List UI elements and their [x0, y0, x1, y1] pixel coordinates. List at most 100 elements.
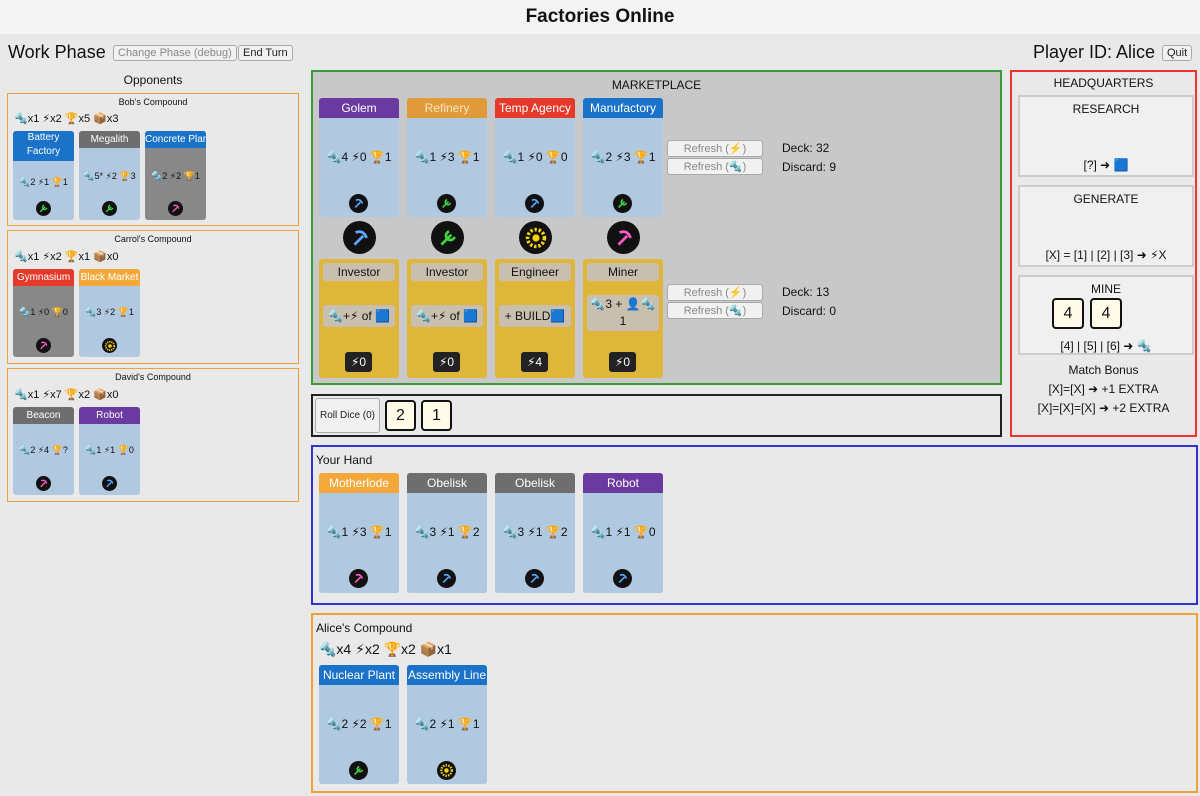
hand-card[interactable]: Obelisk 🔩3 ⚡1 🏆2 — [407, 473, 487, 593]
pickaxe-icon — [525, 569, 544, 588]
card-name: Investor — [323, 263, 395, 281]
card-name: Golem — [319, 98, 399, 118]
pickaxe-icon — [102, 476, 117, 491]
compound-title: David's Compound — [115, 372, 191, 382]
compound-card[interactable]: Assembly Line 🔩2 ⚡1 🏆1 — [407, 665, 487, 784]
card-name: Engineer — [499, 263, 571, 281]
card-stats: 🔩2 ⚡4 🏆? — [19, 445, 68, 455]
refresh-workers-parts-button[interactable]: Refresh (🔩) — [667, 302, 763, 319]
factory-card[interactable]: Megalith 🔩5* ⚡2 🏆3 — [79, 131, 140, 220]
worker-cost: ⚡0 — [609, 352, 636, 372]
card-stats: 🔩2 ⚡2 🏆1 — [326, 717, 392, 731]
hand-card[interactable]: Motherlode 🔩1 ⚡3 🏆1 — [319, 473, 399, 593]
mine-slot[interactable]: MINE 4 4 [4] | [5] | [6] ➜ 🔩 — [1018, 275, 1194, 355]
card-name: Obelisk — [407, 473, 487, 493]
worker-ability: 🔩+⚡ of 🟦 — [411, 305, 483, 327]
wrench-icon — [349, 761, 368, 780]
hand-card[interactable]: Obelisk 🔩3 ⚡1 🏆2 — [495, 473, 575, 593]
card-name: Temp Agency — [495, 98, 575, 118]
marketplace: MARKETPLACE Golem 🔩4 ⚡0 🏆1 Refinery 🔩1 ⚡… — [311, 70, 1002, 385]
match-bonus-title: Match Bonus — [1068, 363, 1139, 377]
compound-resources: 🔩x1 ⚡x2 🏆x1 📦x0 — [14, 251, 119, 263]
card-stats: 🔩3 ⚡2 🏆1 — [85, 307, 134, 317]
research-label: RESEARCH — [1072, 102, 1140, 116]
gear-icon — [437, 761, 456, 780]
card-name: Obelisk — [495, 473, 575, 493]
factory-card[interactable]: Gymnasium 🔩1 ⚡0 🏆0 — [13, 269, 74, 357]
market-factory-card[interactable]: Golem 🔩4 ⚡0 🏆1 — [319, 98, 399, 217]
factory-card[interactable]: Robot 🔩1 ⚡1 🏆0 — [79, 407, 140, 495]
factory-card[interactable]: Concrete Plant 🔩2 ⚡2 🏆1 — [145, 131, 206, 220]
compound-title: Bob's Compound — [118, 97, 188, 107]
card-name: Nuclear Plant — [319, 665, 399, 685]
marketplace-title: MARKETPLACE — [611, 78, 702, 92]
research-slot[interactable]: RESEARCH [?] ➜ 🟦 — [1018, 95, 1194, 177]
hand-title: Your Hand — [316, 453, 373, 467]
market-factory-card[interactable]: Temp Agency 🔩1 ⚡0 🏆0 — [495, 98, 575, 217]
compound-resources: 🔩x1 ⚡x7 🏆x2 📦x0 — [14, 389, 119, 401]
worker-ability: 🔩+⚡ of 🟦 — [323, 305, 395, 327]
market-worker-card[interactable]: Investor 🔩+⚡ of 🟦 ⚡0 — [407, 259, 487, 378]
pickaxe-icon — [36, 338, 51, 353]
compound-card[interactable]: Nuclear Plant 🔩2 ⚡2 🏆1 — [319, 665, 399, 784]
generate-slot[interactable]: GENERATE [X] = [1] | [2] | [3] ➜ ⚡X — [1018, 185, 1194, 267]
refresh-factories-energy-button[interactable]: Refresh (⚡) — [667, 140, 763, 157]
card-stats: 🔩3 ⚡1 🏆2 — [502, 525, 568, 539]
card-name: Refinery — [407, 98, 487, 118]
end-turn-button[interactable]: End Turn — [238, 45, 293, 61]
card-stats: 🔩2 ⚡2 🏆1 — [151, 171, 200, 181]
research-rule: [?] ➜ 🟦 — [1083, 158, 1129, 172]
change-phase-button[interactable]: Change Phase (debug) — [113, 45, 237, 61]
hand-card[interactable]: Robot 🔩1 ⚡1 🏆0 — [583, 473, 663, 593]
die[interactable]: 1 — [421, 400, 452, 431]
placed-die[interactable]: 4 — [1090, 298, 1122, 329]
factory-deck-count: Deck: 32 — [782, 141, 830, 155]
player-compound: Alice's Compound 🔩x4 ⚡x2 🏆x2 📦x1 Nuclear… — [311, 613, 1198, 793]
pickaxe-icon — [36, 476, 51, 491]
market-worker-card[interactable]: Investor 🔩+⚡ of 🟦 ⚡0 — [319, 259, 399, 378]
card-name: Megalith — [79, 131, 140, 148]
factory-discard-count: Discard: 9 — [782, 160, 837, 174]
card-name: Miner — [587, 263, 659, 281]
compound-resources: 🔩x4 ⚡x2 🏆x2 📦x1 — [319, 641, 452, 657]
card-name: Battery Factory — [13, 131, 74, 161]
card-name: Robot — [79, 407, 140, 424]
die[interactable]: 2 — [385, 400, 416, 431]
factory-card[interactable]: Battery Factory 🔩2 ⚡1 🏆1 — [13, 131, 74, 220]
card-name: Robot — [583, 473, 663, 493]
card-name: Gymnasium — [13, 269, 74, 286]
pickaxe-icon — [168, 201, 183, 216]
placed-die[interactable]: 4 — [1052, 298, 1084, 329]
market-worker-card[interactable]: Miner 🔩3 + 👤🔩 1 ⚡0 — [583, 259, 663, 378]
pickaxe-icon — [343, 221, 376, 254]
worker-cost: ⚡4 — [521, 352, 548, 372]
card-stats: 🔩1 ⚡0 🏆0 — [502, 150, 568, 164]
market-factory-card[interactable]: Manufactory 🔩2 ⚡3 🏆1 — [583, 98, 663, 217]
refresh-factories-parts-button[interactable]: Refresh (🔩) — [667, 158, 763, 175]
market-worker-card[interactable]: Engineer + BUILD🟦 ⚡4 — [495, 259, 575, 378]
generate-label: GENERATE — [1073, 192, 1139, 206]
refresh-workers-energy-button[interactable]: Refresh (⚡) — [667, 284, 763, 301]
compound-title: Alice's Compound — [316, 621, 413, 635]
roll-dice-button[interactable]: Roll Dice (0) — [315, 398, 381, 433]
card-name: Concrete Plant — [145, 131, 206, 148]
card-stats: 🔩1 ⚡0 🏆0 — [19, 307, 68, 317]
card-name: Investor — [411, 263, 483, 281]
worker-cost: ⚡0 — [345, 352, 372, 372]
gear-icon — [519, 221, 552, 254]
mine-label: MINE — [1091, 282, 1121, 296]
worker-cost: ⚡0 — [433, 352, 460, 372]
your-hand: Your Hand Motherlode 🔩1 ⚡3 🏆1 Obelisk 🔩3… — [311, 445, 1198, 605]
market-factory-card[interactable]: Refinery 🔩1 ⚡3 🏆1 — [407, 98, 487, 217]
compound-title: Carrol's Compound — [114, 234, 192, 244]
card-stats: 🔩3 ⚡1 🏆2 — [414, 525, 480, 539]
compound-resources: 🔩x1 ⚡x2 🏆x5 📦x3 — [14, 113, 119, 125]
opponents-title: Opponents — [123, 73, 183, 87]
card-stats: 🔩1 ⚡3 🏆1 — [326, 525, 392, 539]
card-name: Motherlode — [319, 473, 399, 493]
factory-card[interactable]: Beacon 🔩2 ⚡4 🏆? — [13, 407, 74, 495]
quit-button[interactable]: Quit — [1162, 45, 1193, 61]
card-name: Manufactory — [583, 98, 663, 118]
card-stats: 🔩2 ⚡1 🏆1 — [19, 177, 68, 187]
factory-card[interactable]: Black Market 🔩3 ⚡2 🏆1 — [79, 269, 140, 357]
